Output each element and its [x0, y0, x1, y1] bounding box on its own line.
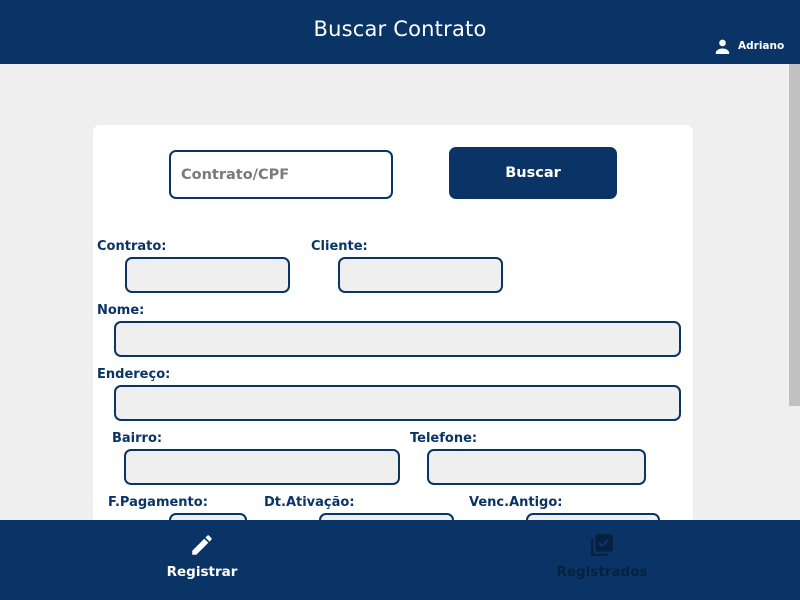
pagamento-label: F.Pagamento:: [108, 495, 208, 510]
contrato-cpf-search-input[interactable]: [169, 150, 393, 199]
bairro-field[interactable]: [124, 449, 400, 485]
user-menu[interactable]: Adriano: [713, 37, 784, 55]
pencil-icon: [192, 535, 212, 555]
telefone-field[interactable]: [427, 449, 646, 485]
endereco-label: Endereço:: [97, 367, 171, 382]
contrato-label: Contrato:: [97, 239, 167, 254]
nome-field[interactable]: [114, 321, 681, 357]
user-name: Adriano: [738, 40, 785, 52]
contrato-field[interactable]: [125, 257, 290, 293]
bottom-navigation: Registrar Registrados: [0, 520, 800, 600]
telefone-label: Telefone:: [410, 431, 478, 446]
nav-registrar-label: Registrar: [166, 564, 238, 580]
ativacao-label: Dt.Ativação:: [264, 495, 355, 510]
nav-registrados-label: Registrados: [556, 564, 648, 580]
buscar-button[interactable]: Buscar: [449, 147, 617, 199]
endereco-field[interactable]: [114, 385, 681, 421]
bairro-label: Bairro:: [112, 431, 163, 446]
page-title: Buscar Contrato: [313, 17, 487, 41]
nome-label: Nome:: [97, 303, 145, 318]
cliente-label: Cliente:: [311, 239, 368, 254]
person-icon: [715, 39, 730, 54]
vencimento-label: Venc.Antigo:: [469, 495, 563, 510]
scrollbar-thumb[interactable]: [789, 64, 800, 406]
cliente-field[interactable]: [338, 257, 503, 293]
nav-registrados[interactable]: Registrados: [552, 520, 652, 600]
nav-registrar[interactable]: Registrar: [162, 520, 242, 600]
checklist-icon: [591, 534, 613, 556]
